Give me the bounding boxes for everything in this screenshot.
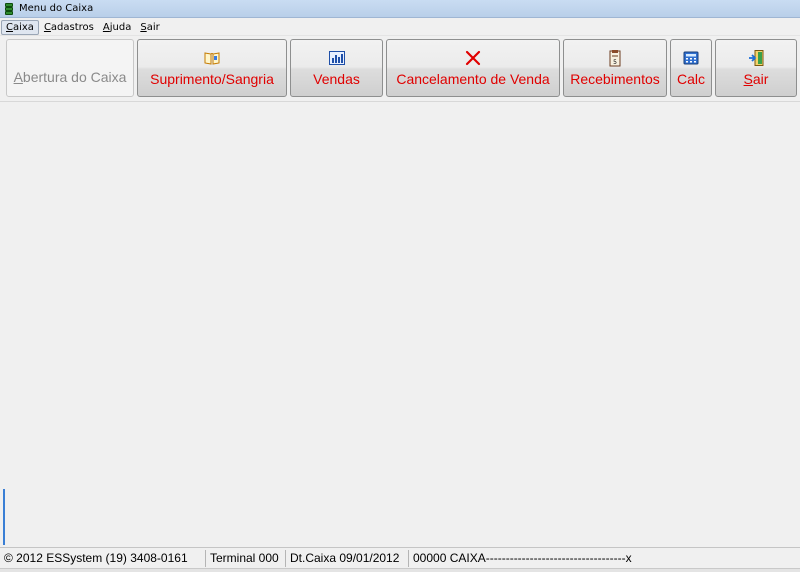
open-book-icon xyxy=(204,52,220,65)
bar-chart-icon xyxy=(328,51,345,65)
status-caixa: 00000 CAIXA-----------------------------… xyxy=(413,550,632,565)
calc-label: Calc xyxy=(676,71,705,87)
menu-bar: Caixa Cadastros Ajuda Sair xyxy=(0,19,800,36)
sair-button[interactable]: Sair xyxy=(715,39,797,97)
title-bar[interactable]: Menu do Caixa xyxy=(0,0,800,18)
status-dt-caixa: Dt.Caixa 09/01/2012 xyxy=(286,549,409,567)
main-content-area xyxy=(0,103,800,547)
status-bar: © 2012 ESSystem (19) 3408-0161 Terminal … xyxy=(0,547,800,568)
abertura-do-caixa-label: Abertura do Caixa xyxy=(13,69,127,85)
svg-text:5: 5 xyxy=(613,59,617,66)
vendas-button[interactable]: Vendas xyxy=(290,39,383,97)
window-bottom-border xyxy=(0,568,800,572)
abertura-do-caixa-button[interactable]: Abertura do Caixa xyxy=(6,39,134,97)
recebimentos-label: Recebimentos xyxy=(570,71,660,87)
status-copyright: © 2012 ESSystem (19) 3408-0161 xyxy=(0,549,206,567)
suprimento-sangria-button[interactable]: Suprimento/Sangria xyxy=(137,39,287,97)
calc-button[interactable]: Calc xyxy=(670,39,712,97)
recebimentos-button[interactable]: 5 Recebimentos xyxy=(563,39,667,97)
calculator-icon xyxy=(683,51,699,65)
window-title: Menu do Caixa xyxy=(19,3,94,14)
menu-sair[interactable]: Sair xyxy=(136,21,163,34)
menu-ajuda[interactable]: Ajuda xyxy=(99,21,135,34)
status-terminal: Terminal 000 xyxy=(206,549,286,567)
sair-label: Sair xyxy=(743,71,769,87)
menu-caixa[interactable]: Caixa xyxy=(1,19,39,35)
cash-stack-icon xyxy=(3,2,15,15)
left-edge-indicator xyxy=(3,489,5,545)
calendar-clipboard-icon: 5 xyxy=(609,50,621,67)
menu-cadastros[interactable]: Cadastros xyxy=(40,21,98,34)
cancelamento-de-venda-label: Cancelamento de Venda xyxy=(396,71,550,87)
vendas-label: Vendas xyxy=(313,71,360,87)
suprimento-sangria-label: Suprimento/Sangria xyxy=(150,71,274,87)
toolbar: Abertura do Caixa Suprimento/Sangria Ven… xyxy=(0,36,800,102)
exit-door-icon xyxy=(749,50,764,66)
red-x-icon xyxy=(465,50,481,66)
cancelamento-de-venda-button[interactable]: Cancelamento de Venda xyxy=(386,39,560,97)
